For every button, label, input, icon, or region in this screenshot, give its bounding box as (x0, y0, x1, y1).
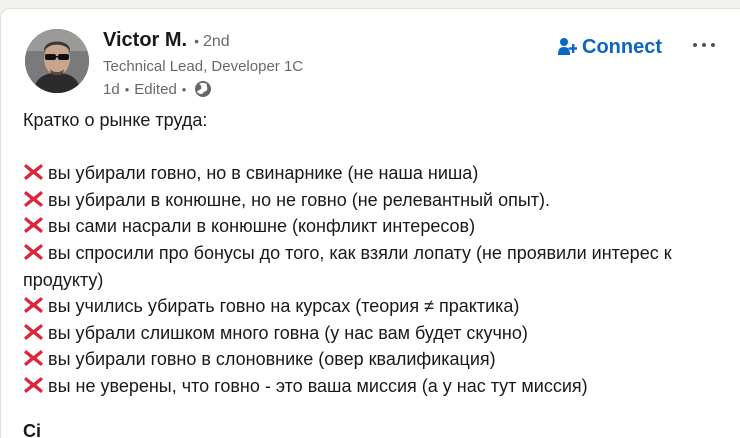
list-item-text: вы убирали говно в слоновнике (овер квал… (48, 349, 496, 370)
more-horizontal-icon (693, 43, 715, 47)
red-cross-mark-icon (23, 296, 44, 314)
separator-dot: • (194, 33, 199, 49)
list-item: вы сами насрали в конюшне (конфликт инте… (23, 213, 723, 240)
actor-headline: Technical Lead, Developer 1C (103, 58, 304, 75)
red-cross-mark-icon (23, 376, 44, 394)
list-item: вы убирали говно, но в свинарнике (не на… (23, 160, 723, 187)
list-item-text: вы убрали слишком много говна (у нас вам… (48, 322, 528, 343)
actor-info: Victor M. • 2nd Technical Lead, Develope… (103, 29, 523, 100)
add-person-icon (557, 36, 578, 58)
connect-button[interactable]: Connect (557, 33, 662, 61)
post-meta: 1d • Edited • (103, 78, 523, 100)
connect-label: Connect (582, 35, 662, 58)
red-cross-mark-icon (23, 243, 44, 261)
list-item-text: вы сами насрали в конюшне (конфликт инте… (48, 216, 476, 237)
list-item-text: вы убирали говно, но в свинарнике (не на… (48, 163, 479, 184)
post-text: Кратко о рынке труда: вы убирали говно, … (23, 107, 723, 400)
connection-degree: 2nd (203, 33, 230, 50)
list-item: вы убрали слишком много говна (у нас вам… (23, 320, 723, 347)
list-item-text: вы учились убирать говно на курсах (теор… (48, 296, 520, 317)
list-item: вы убирали в конюшне, но не говно (не ре… (23, 187, 723, 214)
feed-post-card: Victor M. • 2nd Technical Lead, Develope… (0, 8, 740, 438)
post-time: 1d (103, 80, 120, 98)
list-item: вы убирали говно в слоновнике (овер квал… (23, 346, 723, 373)
list-item-text: вы не уверены, что говно - это ваша мисс… (48, 375, 588, 396)
red-cross-mark-icon (23, 163, 44, 181)
red-cross-mark-icon (23, 190, 44, 208)
list-item: вы учились убирать говно на курсах (теор… (23, 293, 723, 320)
list-item: вы не уверены, что говно - это ваша мисс… (23, 373, 723, 400)
actor-name[interactable]: Victor M. (103, 29, 187, 52)
red-cross-mark-icon (23, 323, 44, 341)
edited-label: Edited (134, 80, 177, 98)
globe-icon (194, 80, 212, 98)
post-header: Victor M. • 2nd Technical Lead, Develope… (25, 29, 725, 99)
post-intro: Кратко о рынке труда: (23, 110, 208, 130)
list-item-text: вы убирали в конюшне, но не говно (не ре… (48, 189, 551, 210)
red-cross-mark-icon (23, 349, 44, 367)
separator-dot: • (124, 81, 130, 97)
bullet-list: вы убирали говно, но в свинарнике (не на… (23, 160, 723, 399)
list-item-text: вы спросили про бонусы до того, как взял… (23, 242, 672, 290)
avatar[interactable] (25, 29, 89, 93)
avatar-photo (25, 29, 89, 93)
actor-name-line: Victor M. • 2nd (103, 29, 523, 55)
list-item: вы спросили про бонусы до того, как взял… (23, 240, 723, 293)
more-options-button[interactable] (689, 33, 719, 57)
red-cross-mark-icon (23, 216, 44, 234)
next-line-partial: Ci (23, 421, 41, 438)
separator-dot: • (181, 81, 187, 97)
